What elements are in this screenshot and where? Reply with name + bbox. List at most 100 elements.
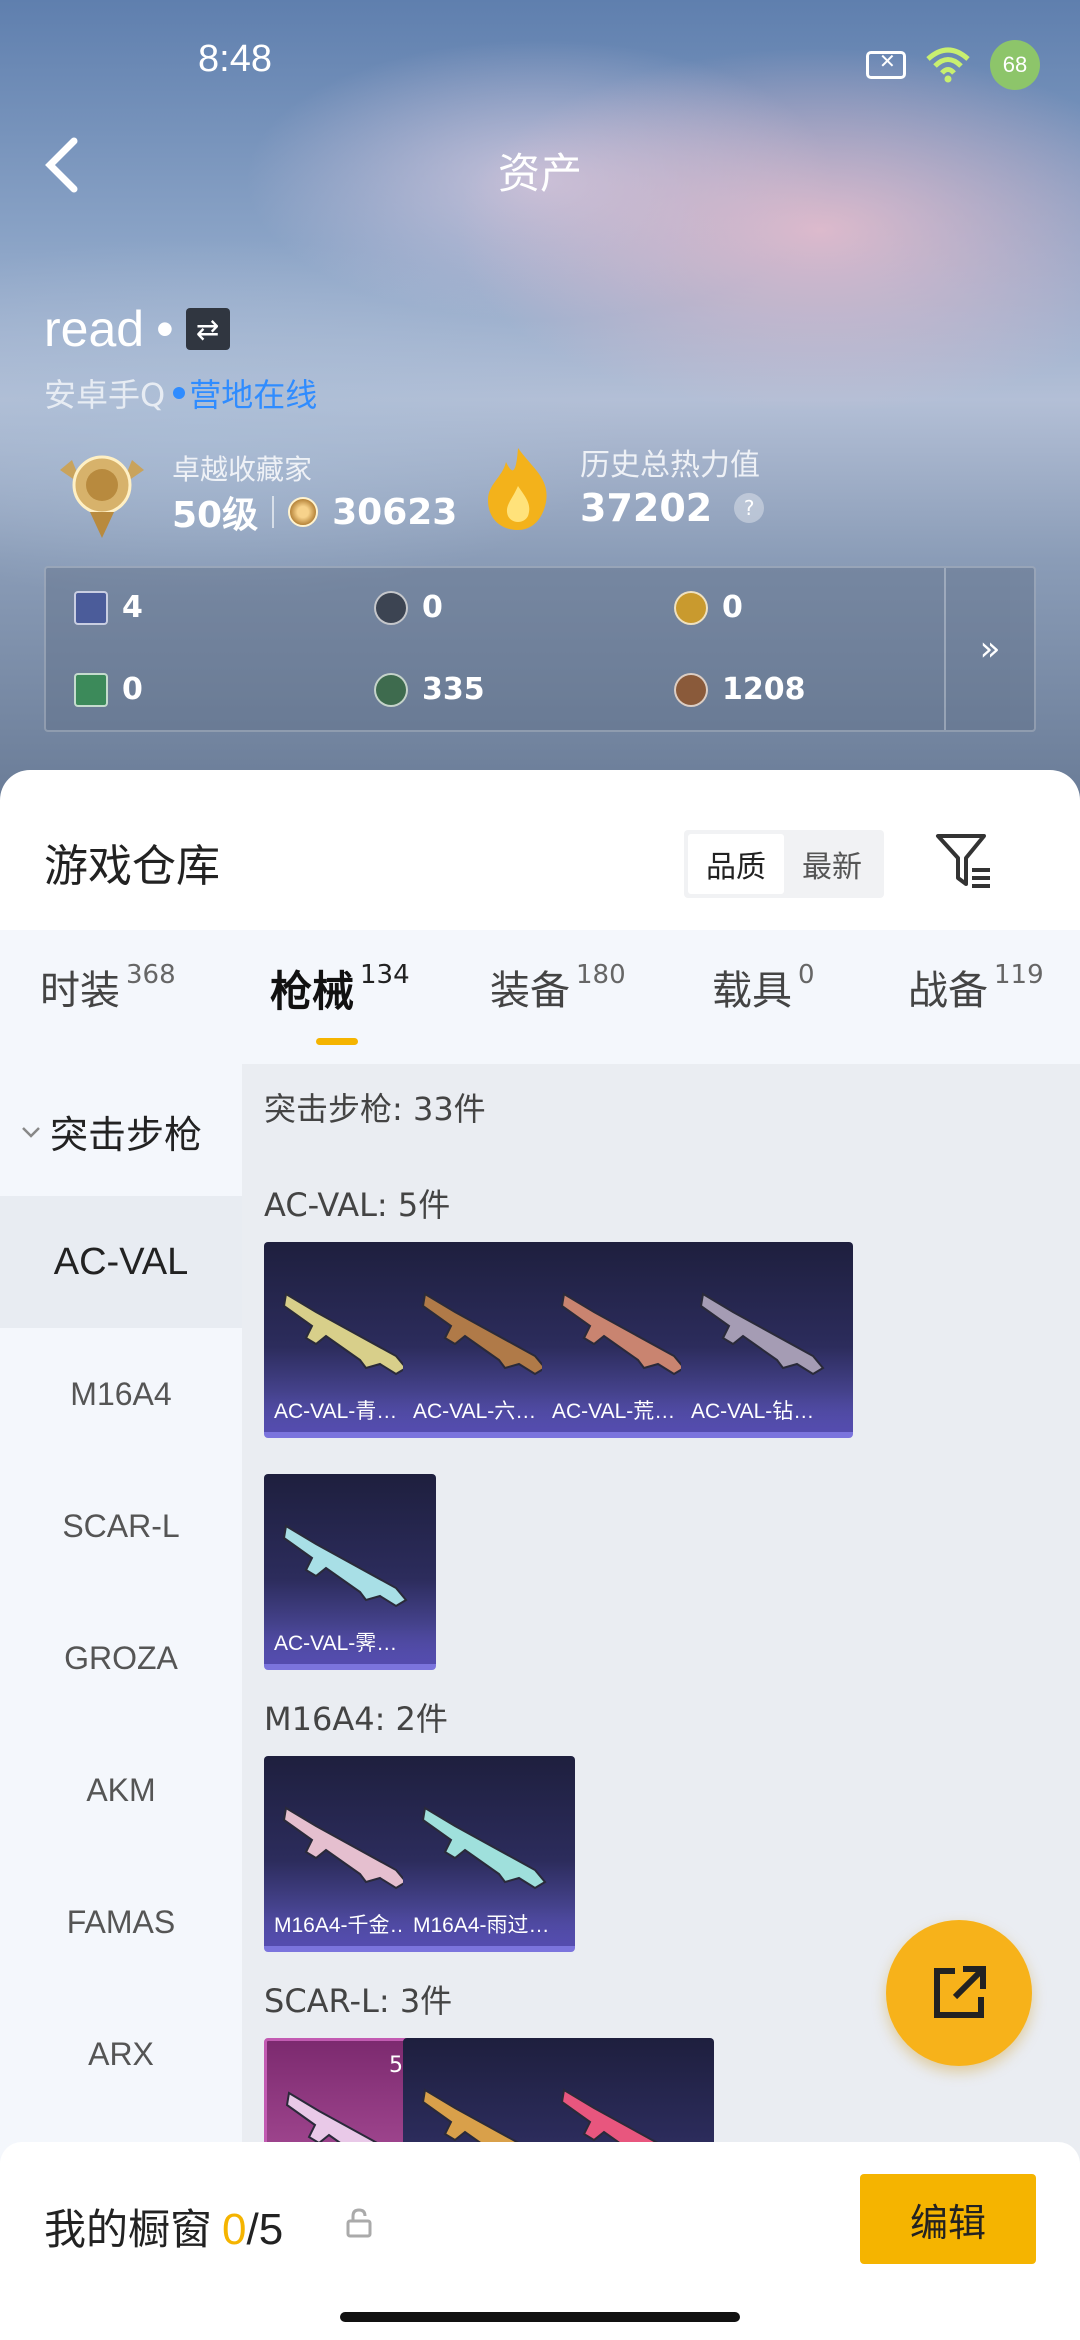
weapon-card[interactable]: AC-VAL-钻… bbox=[681, 1242, 853, 1438]
status-time: 8:48 bbox=[198, 38, 272, 80]
sort-newest-option[interactable]: 最新 bbox=[784, 834, 880, 894]
weapon-card[interactable]: AC-VAL-霁… bbox=[264, 1474, 436, 1670]
sidebar-item-scar-l[interactable]: SCAR-L bbox=[0, 1460, 242, 1592]
tab-count: 134 bbox=[360, 960, 410, 990]
collector-title: 卓越收藏家 bbox=[172, 453, 313, 486]
silver-coin-icon bbox=[374, 590, 408, 625]
resource-item: 4 bbox=[74, 590, 143, 625]
heat-value: 37202 bbox=[580, 486, 713, 530]
weapon-card[interactable]: M16A4-雨过… bbox=[403, 1756, 575, 1952]
external-link-icon bbox=[934, 1966, 986, 2018]
weapon-name: M16A4-雨过… bbox=[403, 1906, 575, 1946]
active-tab-indicator bbox=[316, 1038, 358, 1045]
resource-item: 0 bbox=[74, 672, 143, 707]
resource-panel: 4 0 0 0 335 1208 » bbox=[44, 566, 1036, 732]
weapon-name: AC-VAL-钻… bbox=[681, 1392, 853, 1432]
sidebar-item-groza[interactable]: GROZA bbox=[0, 1592, 242, 1724]
warehouse-card: 游戏仓库 品质 最新 时装 368 枪械 134 装备 180 载具 0 战备 … bbox=[0, 770, 1080, 2340]
sidebar-item-arx[interactable]: ARX bbox=[0, 1988, 242, 2120]
resource-value: 0 bbox=[122, 672, 143, 707]
tab-vehicles[interactable]: 载具 0 bbox=[712, 958, 815, 1016]
tab-count: 119 bbox=[994, 960, 1044, 990]
weapon-name: AC-VAL-霁… bbox=[264, 1624, 436, 1664]
resource-value: 4 bbox=[122, 590, 143, 625]
tab-count: 180 bbox=[576, 960, 626, 990]
chevron-down-icon bbox=[22, 1126, 40, 1138]
group-title: M16A4: 2件 bbox=[264, 1700, 448, 1738]
sidebar-item-m16a4[interactable]: M16A4 bbox=[0, 1328, 242, 1460]
resource-item: 335 bbox=[374, 672, 485, 707]
resource-item: 1208 bbox=[674, 672, 806, 707]
battery-indicator: 68 bbox=[990, 40, 1040, 90]
name-dot: • bbox=[156, 301, 174, 357]
resource-value: 335 bbox=[422, 672, 485, 707]
heat-title: 历史总热力值 bbox=[580, 448, 760, 483]
online-dot-icon bbox=[173, 387, 186, 399]
sort-quality-option[interactable]: 品质 bbox=[688, 834, 784, 894]
resource-item: 0 bbox=[674, 590, 743, 625]
share-button[interactable] bbox=[886, 1920, 1032, 2066]
showcase-label: 我的橱窗 bbox=[44, 2205, 213, 2254]
ticket-icon bbox=[74, 672, 108, 707]
rifle-icon bbox=[282, 1806, 408, 1890]
resource-value: 0 bbox=[422, 590, 443, 625]
collector-level: 50级 bbox=[172, 495, 259, 536]
showcase-label-row: 我的橱窗 0/5 bbox=[44, 2196, 283, 2257]
more-resources-button[interactable]: » bbox=[944, 568, 1034, 730]
online-status: 营地在线 bbox=[189, 376, 318, 414]
resource-value: 0 bbox=[722, 590, 743, 625]
platform-label: 安卓手Q bbox=[44, 376, 166, 414]
rifle-icon bbox=[282, 1292, 408, 1376]
rifle-icon bbox=[421, 1292, 547, 1376]
rifle-icon bbox=[421, 1806, 547, 1890]
sort-toggle: 品质 最新 bbox=[684, 830, 884, 898]
card-icon bbox=[74, 590, 108, 625]
showcase-total: /5 bbox=[246, 2205, 284, 2254]
user-platform-row: 安卓手Q 营地在线 bbox=[44, 370, 317, 416]
tab-fashion[interactable]: 时装 368 bbox=[40, 958, 176, 1016]
tab-label: 载具 bbox=[712, 968, 792, 1014]
tab-battle-gear[interactable]: 战备 119 bbox=[908, 958, 1044, 1016]
resource-item: 0 bbox=[374, 590, 443, 625]
rifle-icon bbox=[699, 1292, 825, 1376]
tab-label: 装备 bbox=[490, 968, 570, 1014]
filter-icon[interactable] bbox=[934, 830, 994, 892]
rifle-icon bbox=[560, 1292, 686, 1376]
sidebar-item-ac-val[interactable]: AC-VAL bbox=[0, 1196, 242, 1328]
gold-token-icon bbox=[674, 590, 708, 625]
sidebar-item-famas[interactable]: FAMAS bbox=[0, 1856, 242, 1988]
tab-count: 0 bbox=[798, 960, 815, 990]
switch-account-icon[interactable]: ⇄ bbox=[185, 308, 230, 350]
category-summary: 突击步枪: 33件 bbox=[264, 1090, 486, 1128]
tab-guns[interactable]: 枪械 134 bbox=[270, 958, 410, 1019]
tab-equipment[interactable]: 装备 180 bbox=[490, 958, 626, 1016]
status-bar: 8:48 68 bbox=[0, 38, 1080, 90]
tab-count: 368 bbox=[126, 960, 176, 990]
resource-value: 1208 bbox=[722, 672, 806, 707]
bronze-coin-icon bbox=[674, 672, 708, 707]
group-title: SCAR-L: 3件 bbox=[264, 1982, 453, 2020]
rifle-icon bbox=[282, 1524, 408, 1608]
tab-label: 战备 bbox=[908, 968, 988, 1014]
edit-button[interactable]: 编辑 bbox=[860, 2174, 1036, 2264]
user-name-row: read • ⇄ bbox=[44, 300, 230, 358]
status-icons: 68 bbox=[866, 40, 1040, 90]
home-indicator[interactable] bbox=[340, 2312, 740, 2322]
category-label: 突击步枪 bbox=[50, 1113, 203, 1157]
user-name: read bbox=[44, 301, 145, 357]
divider bbox=[272, 496, 275, 528]
page-title: 资产 bbox=[497, 149, 582, 198]
showcase-bar: 我的橱窗 0/5 编辑 bbox=[0, 2142, 1080, 2340]
wifi-icon bbox=[926, 47, 970, 83]
sidebar-item-akm[interactable]: AKM bbox=[0, 1724, 242, 1856]
tab-label: 时装 bbox=[40, 968, 120, 1014]
help-icon[interactable]: ? bbox=[734, 493, 765, 523]
tab-label: 枪械 bbox=[270, 967, 355, 1016]
group-title: AC-VAL: 5件 bbox=[264, 1186, 451, 1224]
collector-points-icon bbox=[288, 497, 319, 527]
showcase-count: 0 bbox=[222, 2205, 247, 2254]
collector-badge-icon bbox=[60, 455, 144, 538]
collector-points: 30623 bbox=[332, 491, 458, 533]
category-header[interactable]: 突击步枪 bbox=[20, 1104, 202, 1159]
flame-icon bbox=[488, 448, 547, 530]
